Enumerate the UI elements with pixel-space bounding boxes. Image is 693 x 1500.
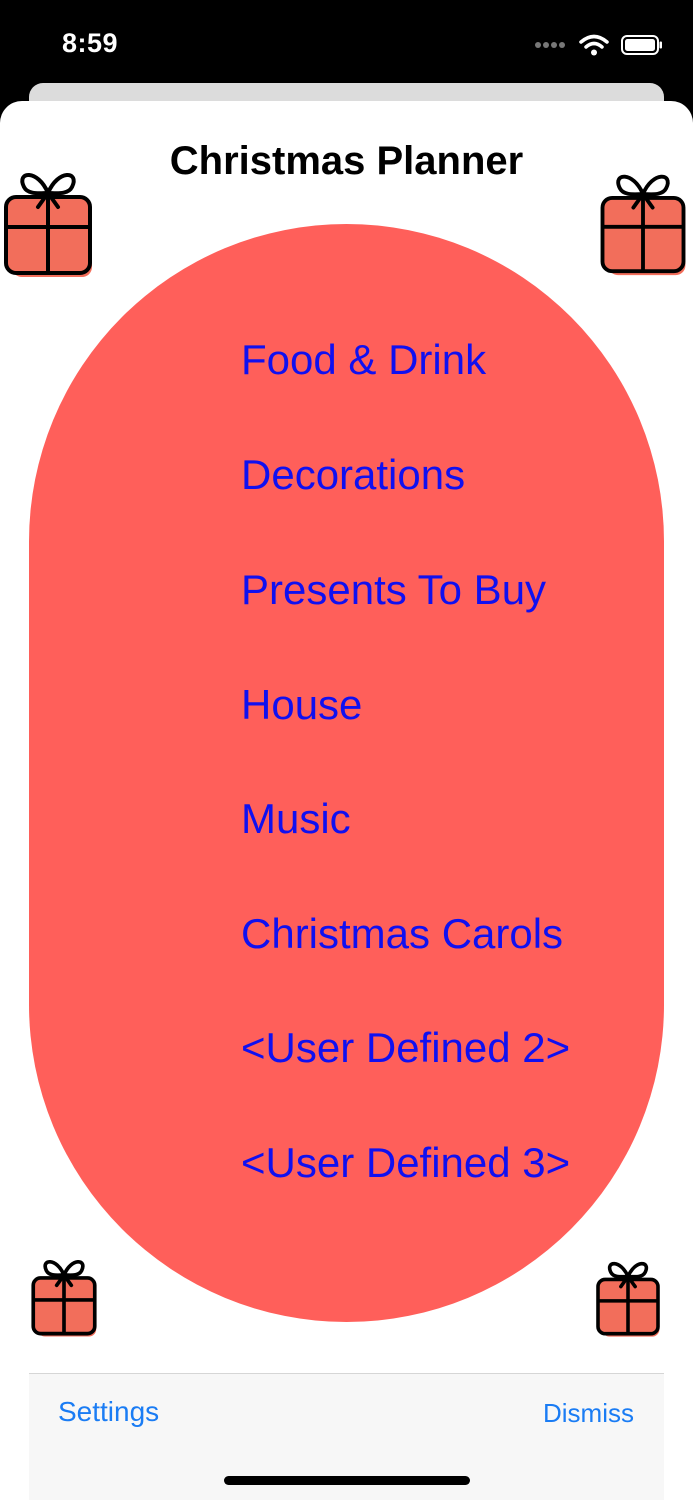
- menu-item-house[interactable]: House: [241, 681, 362, 731]
- menu-item-music[interactable]: Music: [241, 795, 351, 845]
- gift-icon: [600, 174, 686, 276]
- menu-item-user-defined-3[interactable]: <User Defined 3>: [241, 1139, 570, 1189]
- home-indicator[interactable]: [224, 1476, 470, 1485]
- wifi-icon: [579, 34, 609, 56]
- menu-item-food-drink[interactable]: Food & Drink: [241, 336, 486, 386]
- gift-icon: [596, 1261, 660, 1337]
- planner-sheet: Christmas Planner Food & Drink Decoratio…: [0, 101, 693, 1500]
- page-title: Christmas Planner: [169, 139, 524, 183]
- menu-item-decorations[interactable]: Decorations: [241, 451, 465, 501]
- status-icons: [535, 30, 663, 60]
- settings-button[interactable]: Settings: [58, 1396, 159, 1428]
- status-bar: 8:59: [0, 0, 693, 90]
- gift-icon: [31, 1260, 97, 1337]
- menu-item-presents-to-buy[interactable]: Presents To Buy: [241, 566, 546, 616]
- battery-icon: [621, 35, 662, 55]
- signal-icon: [535, 42, 565, 48]
- menu-item-user-defined-2[interactable]: <User Defined 2>: [241, 1024, 570, 1074]
- gift-icon: [4, 173, 92, 277]
- dismiss-button[interactable]: Dismiss: [543, 1398, 634, 1429]
- status-time: 8:59: [62, 28, 119, 58]
- menu-item-christmas-carols[interactable]: Christmas Carols: [241, 910, 563, 960]
